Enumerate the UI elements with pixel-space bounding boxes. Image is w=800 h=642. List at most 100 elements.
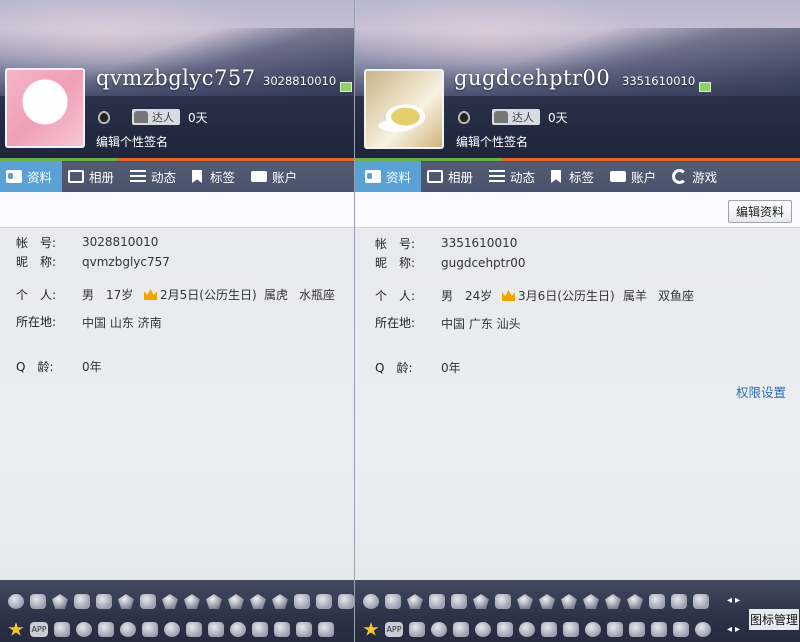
personal-label: 个 人: bbox=[375, 289, 416, 303]
badge-icon[interactable] bbox=[316, 594, 332, 609]
app-icon[interactable] bbox=[475, 622, 491, 637]
tray-scroll-arrows-icon[interactable]: ◂▸ bbox=[727, 624, 743, 635]
nickname-label: 昵 称: bbox=[375, 256, 416, 270]
account-label: 帐 号: bbox=[16, 236, 57, 250]
shield-icon[interactable] bbox=[453, 622, 469, 637]
app-icon[interactable]: APP bbox=[30, 622, 48, 637]
diamond-icon[interactable] bbox=[228, 594, 244, 609]
app-icon[interactable] bbox=[142, 622, 158, 637]
badge-icon[interactable] bbox=[429, 594, 445, 609]
badge-icon[interactable] bbox=[451, 594, 467, 609]
app-icon[interactable] bbox=[230, 622, 246, 637]
location-label: 所在地: bbox=[16, 315, 57, 329]
tray-row-apps: APP bbox=[363, 622, 717, 637]
profile-panel-left: qvmzbglyc757 3028810010 达人 0天 编辑个性签名 资料 … bbox=[0, 0, 354, 642]
icon-tray: APP bbox=[0, 580, 354, 642]
app-icon[interactable] bbox=[585, 622, 601, 637]
diamond-icon[interactable] bbox=[473, 594, 489, 609]
heart-icon[interactable] bbox=[30, 594, 46, 609]
app-icon[interactable] bbox=[296, 622, 312, 637]
account-value: 3028810010 bbox=[82, 235, 159, 249]
location-value: 中国 山东 济南 bbox=[82, 316, 162, 330]
badge-icon[interactable] bbox=[8, 594, 24, 609]
account-label: 帐 号: bbox=[375, 237, 416, 251]
app-icon[interactable]: APP bbox=[385, 622, 403, 637]
app-icon[interactable] bbox=[695, 622, 711, 637]
mail-icon[interactable] bbox=[673, 622, 689, 637]
app-icon[interactable] bbox=[629, 622, 645, 637]
badge-icon[interactable] bbox=[495, 594, 511, 609]
diamond-icon[interactable] bbox=[627, 594, 643, 609]
birthday: 3月6日(公历生日) bbox=[502, 287, 615, 304]
diamond-icon[interactable] bbox=[206, 594, 222, 609]
star-icon[interactable] bbox=[8, 622, 24, 636]
star-icon[interactable] bbox=[363, 622, 379, 636]
star-badge-icon[interactable] bbox=[294, 594, 310, 609]
night-icon[interactable] bbox=[563, 622, 579, 637]
app-icon[interactable] bbox=[497, 622, 513, 637]
app-icon[interactable] bbox=[76, 622, 92, 637]
diamond-icon[interactable] bbox=[539, 594, 555, 609]
nickname-value: gugdcehptr00 bbox=[441, 256, 526, 270]
diamond-icon[interactable] bbox=[184, 594, 200, 609]
qage-label: Q 龄: bbox=[16, 360, 54, 374]
app-icon[interactable] bbox=[186, 622, 202, 637]
camera-icon[interactable] bbox=[409, 622, 425, 637]
heart-icon[interactable] bbox=[338, 594, 354, 609]
app-icon[interactable] bbox=[519, 622, 535, 637]
badge-icon[interactable] bbox=[407, 594, 423, 609]
badge-icon[interactable] bbox=[52, 594, 68, 609]
location-label: 所在地: bbox=[375, 316, 416, 330]
birthday: 2月5日(公历生日) bbox=[144, 286, 257, 303]
shield-icon[interactable] bbox=[607, 622, 623, 637]
diamond-icon[interactable] bbox=[272, 594, 288, 609]
nickname-value: qvmzbglyc757 bbox=[82, 255, 170, 269]
app-icon[interactable] bbox=[164, 622, 180, 637]
app-icon[interactable] bbox=[120, 622, 136, 637]
zodiac: 属虎 bbox=[264, 288, 289, 302]
diamond-icon[interactable] bbox=[561, 594, 577, 609]
app-icon[interactable] bbox=[541, 622, 557, 637]
zodiac: 属羊 bbox=[623, 289, 648, 303]
constellation: 水瓶座 bbox=[299, 288, 336, 302]
permission-settings-link[interactable]: 权限设置 bbox=[736, 382, 786, 401]
diamond-icon[interactable] bbox=[118, 594, 134, 609]
icon-tray: ◂▸ APP ◂▸ 图标管理 bbox=[355, 580, 800, 642]
mail-icon[interactable] bbox=[318, 622, 334, 637]
shield-icon[interactable] bbox=[252, 622, 268, 637]
heart-icon[interactable] bbox=[385, 594, 401, 609]
badge-icon[interactable] bbox=[363, 594, 379, 609]
night-icon[interactable] bbox=[208, 622, 224, 637]
star-badge-icon[interactable] bbox=[649, 594, 665, 609]
birthday-text: 2月5日(公历生日) bbox=[160, 288, 257, 302]
tray-row-apps: APP bbox=[8, 622, 340, 637]
tray-row-badges bbox=[363, 594, 715, 609]
badge-icon[interactable] bbox=[74, 594, 90, 609]
diamond-icon[interactable] bbox=[250, 594, 266, 609]
crown-icon bbox=[144, 289, 157, 300]
diamond-icon[interactable] bbox=[162, 594, 178, 609]
camera-icon[interactable] bbox=[54, 622, 70, 637]
app-icon[interactable] bbox=[651, 622, 667, 637]
tray-scroll-arrows-icon[interactable]: ◂▸ bbox=[727, 595, 743, 606]
profile-info: 帐 号: 3028810010 昵 称: qvmzbglyc757 个 人: 男… bbox=[0, 0, 354, 580]
personal-label: 个 人: bbox=[16, 288, 57, 302]
diamond-icon[interactable] bbox=[517, 594, 533, 609]
shield-icon[interactable] bbox=[98, 622, 114, 637]
icon-management-link[interactable]: 图标管理 bbox=[748, 609, 799, 630]
account-value: 3351610010 bbox=[441, 236, 518, 250]
qage-label: Q 龄: bbox=[375, 361, 413, 375]
diamond-icon[interactable] bbox=[605, 594, 621, 609]
age: 17岁 bbox=[106, 288, 134, 302]
qage-value: 0年 bbox=[441, 361, 461, 375]
badge-icon[interactable] bbox=[140, 594, 156, 609]
app-icon[interactable] bbox=[431, 622, 447, 637]
badge-icon[interactable] bbox=[671, 594, 687, 609]
badge-icon[interactable] bbox=[96, 594, 112, 609]
diamond-icon[interactable] bbox=[583, 594, 599, 609]
constellation: 双鱼座 bbox=[658, 289, 695, 303]
heart-icon[interactable] bbox=[693, 594, 709, 609]
qage-value: 0年 bbox=[82, 360, 102, 374]
app-icon[interactable] bbox=[274, 622, 290, 637]
crown-icon bbox=[502, 290, 515, 301]
